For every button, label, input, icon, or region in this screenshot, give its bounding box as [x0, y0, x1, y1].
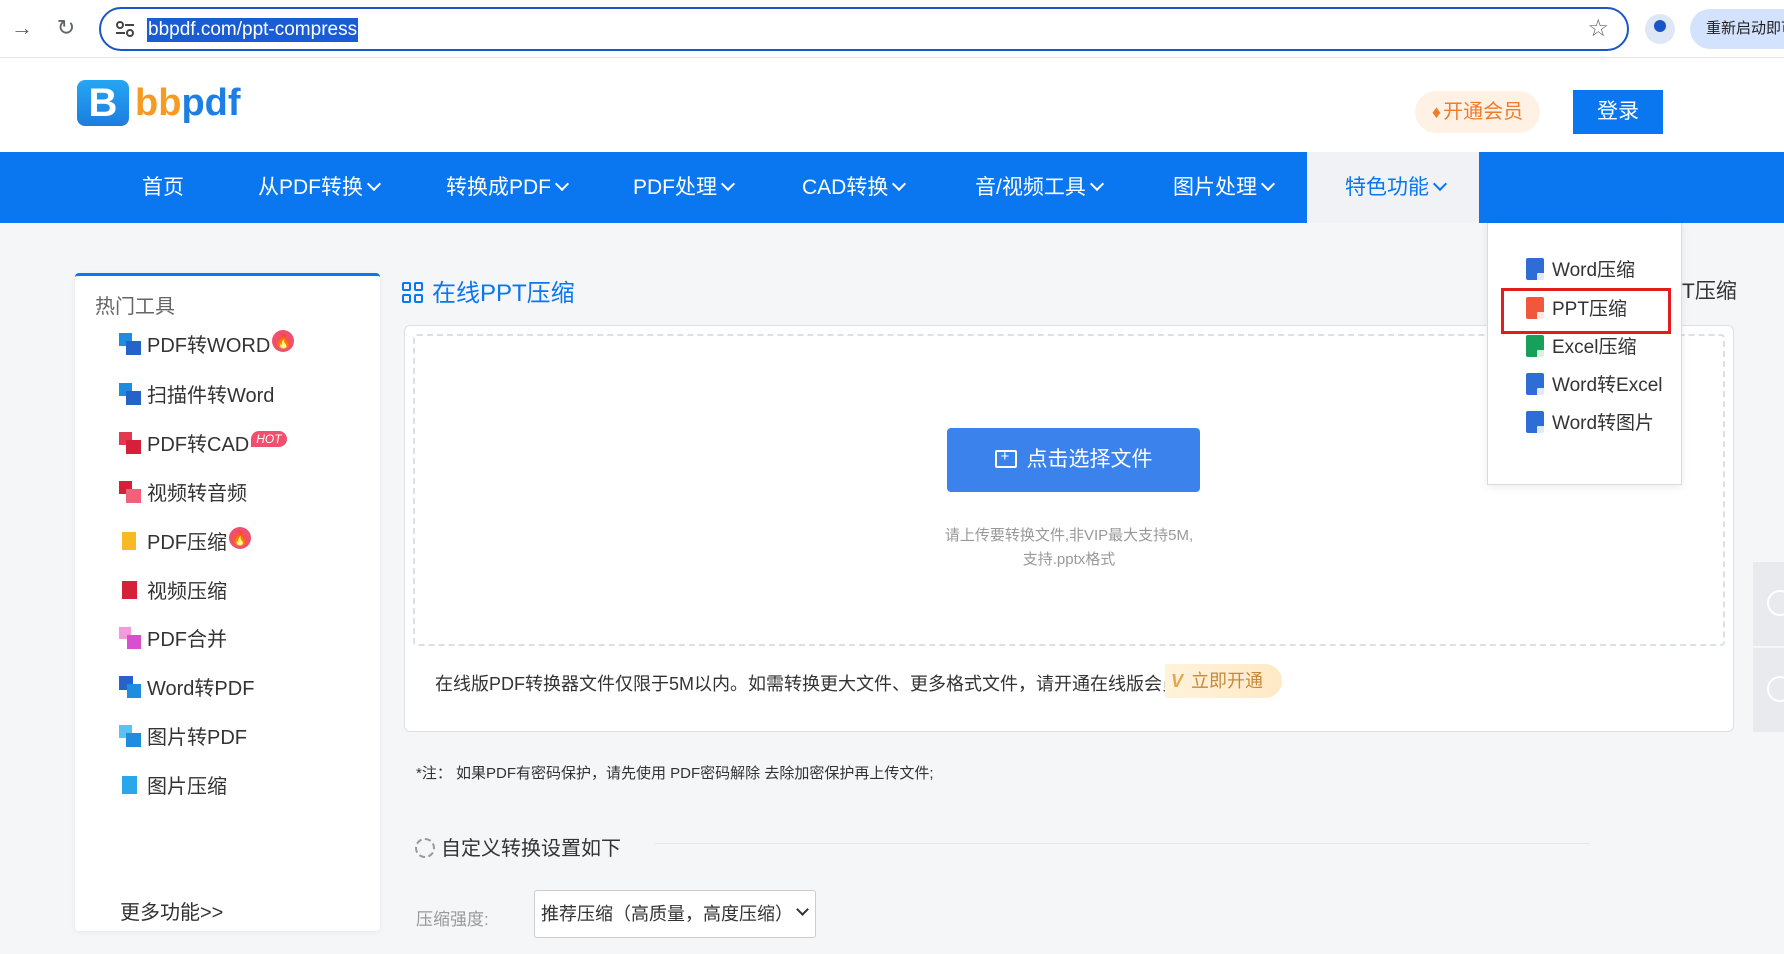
chevron-down-icon [366, 176, 382, 192]
chevron-down-icon [1260, 176, 1276, 192]
pdf-to-cad-icon [119, 432, 141, 454]
sidebar-item-image-compress[interactable]: 图片压缩 [119, 770, 227, 800]
upload-hint: 请上传要转换文件,非VIP最大支持5M, [944, 527, 1194, 544]
url-text[interactable]: bbpdf.com/ppt-compress [147, 18, 359, 42]
sidebar-item-pdf-compress[interactable]: PDF压缩 🔥 [119, 526, 251, 556]
divider [655, 843, 1590, 844]
sidebar-title: 热门工具 [95, 296, 175, 318]
logo-text[interactable]: bbpdf [135, 80, 241, 126]
nav-pdf-tools[interactable]: PDF处理 [633, 152, 736, 223]
site-settings-icon[interactable] [115, 20, 135, 38]
browser-toolbar: → ↻ bbpdf.com/ppt-compress ☆ 重新启动即可 [0, 0, 1784, 58]
video-to-audio-icon [119, 481, 141, 503]
sidebar-item-video-compress[interactable]: 视频压缩 [119, 575, 227, 605]
sidebar-item-pdf-to-word[interactable]: PDF转WORD 🔥 [119, 329, 295, 359]
chevron-down-icon [796, 903, 809, 916]
pdf-to-word-icon [119, 333, 141, 355]
sidebar-item-image-to-pdf[interactable]: 图片转PDF [119, 721, 247, 751]
gear-icon [415, 838, 435, 858]
bookmark-star-icon[interactable]: ☆ [1587, 16, 1609, 42]
nav-image[interactable]: 图片处理 [1173, 152, 1276, 223]
vip-icon: V [1171, 671, 1184, 691]
float-chat-tab[interactable] [1753, 648, 1784, 732]
chevron-down-icon [1432, 176, 1448, 192]
word-to-pdf-icon [119, 676, 141, 698]
scan-to-word-icon [119, 383, 141, 405]
hot-badge: HOT [251, 431, 287, 447]
grid-icon [402, 282, 424, 304]
features-dropdown: Word压缩 PPT压缩 Excel压缩 Word转Excel Word转图片 [1487, 223, 1682, 485]
sidebar-item-scan-to-word[interactable]: 扫描件转Word [119, 379, 274, 409]
vip-button[interactable]: ♦ 开通会员 [1415, 91, 1540, 133]
reload-icon[interactable]: ↻ [52, 14, 80, 42]
sidebar-item-pdf-to-cad[interactable]: PDF转CAD HOT [119, 428, 287, 458]
compress-level-label: 压缩强度: [416, 910, 489, 929]
folder-upload-icon [994, 447, 1017, 468]
image-to-pdf-icon [119, 725, 141, 747]
address-bar[interactable]: bbpdf.com/ppt-compress ☆ [99, 7, 1629, 51]
nav-features[interactable]: 特色功能 [1307, 152, 1479, 223]
pdf-merge-icon [119, 627, 141, 649]
chevron-down-icon [1089, 176, 1104, 192]
word-file-icon [1526, 258, 1547, 283]
image-compress-icon [119, 774, 141, 796]
fire-icon: 🔥 [272, 330, 295, 352]
size-limit-notice: 在线版PDF转换器文件仅限于5M以内。如需转换更大文件、更多格式文件，请开通在线… [435, 674, 1181, 694]
float-service-tab[interactable] [1753, 562, 1784, 646]
profile-avatar-icon[interactable] [1645, 14, 1675, 44]
video-compress-icon [119, 579, 141, 601]
main-nav: 首页 从PDF转换 转换成PDF PDF处理 CAD转换 音/视频工具 图片处理… [0, 152, 1784, 223]
nav-cad[interactable]: CAD转换 [802, 152, 907, 223]
hot-tools-sidebar: 热门工具 PDF转WORD 🔥 扫描件转Word PDF转CAD HOT 视频转音频… [75, 273, 380, 931]
word-to-excel-icon [1526, 373, 1547, 398]
word-to-image-icon [1526, 411, 1547, 436]
sidebar-item-word-to-pdf[interactable]: Word转PDF [119, 672, 254, 702]
sidebar-item-video-to-audio[interactable]: 视频转音频 [119, 477, 247, 507]
fire-icon: 🔥 [229, 527, 251, 549]
dropdown-item-excel-compress[interactable]: Excel压缩 [1526, 333, 1636, 363]
page-title-fragment: T压缩 [1682, 280, 1737, 303]
nav-to-pdf[interactable]: 转换成PDF [446, 152, 570, 223]
settings-title: 自定义转换设置如下 [415, 832, 621, 861]
chat-icon [1767, 676, 1784, 702]
choose-file-button[interactable]: 点击选择文件 [947, 428, 1200, 492]
nav-av-tools[interactable]: 音/视频工具 [975, 152, 1104, 223]
site-header: B bbpdf ♦ 开通会员 登录 [0, 58, 1784, 152]
page-title: 在线PPT压缩 [402, 273, 575, 308]
chevron-down-icon [892, 176, 907, 192]
diamond-icon: ♦ [1431, 102, 1442, 122]
restart-button[interactable]: 重新启动即可 [1690, 9, 1784, 49]
highlight-box [1501, 288, 1671, 334]
password-note: *注： 如果PDF有密码保护，请先使用 PDF密码解除 去除加密保护再上传文件; [416, 765, 934, 782]
nav-home[interactable]: 首页 [142, 152, 184, 223]
nav-from-pdf[interactable]: 从PDF转换 [258, 152, 382, 223]
dropdown-item-word-compress[interactable]: Word压缩 [1526, 256, 1635, 286]
chevron-down-icon [720, 176, 736, 192]
headset-icon [1767, 590, 1784, 616]
open-vip-button[interactable]: V 立即开通 [1165, 664, 1282, 698]
compress-level-select[interactable]: 推荐压缩（高质量，高度压缩） [534, 890, 816, 938]
upload-format-hint: 支持.pptx格式 [1022, 551, 1116, 568]
chevron-down-icon [554, 176, 570, 192]
excel-file-icon [1526, 335, 1547, 360]
pdf-compress-icon [119, 530, 141, 552]
dropdown-item-word-to-excel[interactable]: Word转Excel [1526, 371, 1663, 401]
login-button[interactable]: 登录 [1573, 90, 1663, 134]
sidebar-item-pdf-merge[interactable]: PDF合并 [119, 623, 227, 653]
logo-icon[interactable]: B [77, 80, 129, 126]
dropdown-item-word-to-image[interactable]: Word转图片 [1526, 409, 1654, 439]
forward-icon[interactable]: → [8, 14, 36, 42]
more-features-link[interactable]: 更多功能>> [120, 896, 223, 925]
